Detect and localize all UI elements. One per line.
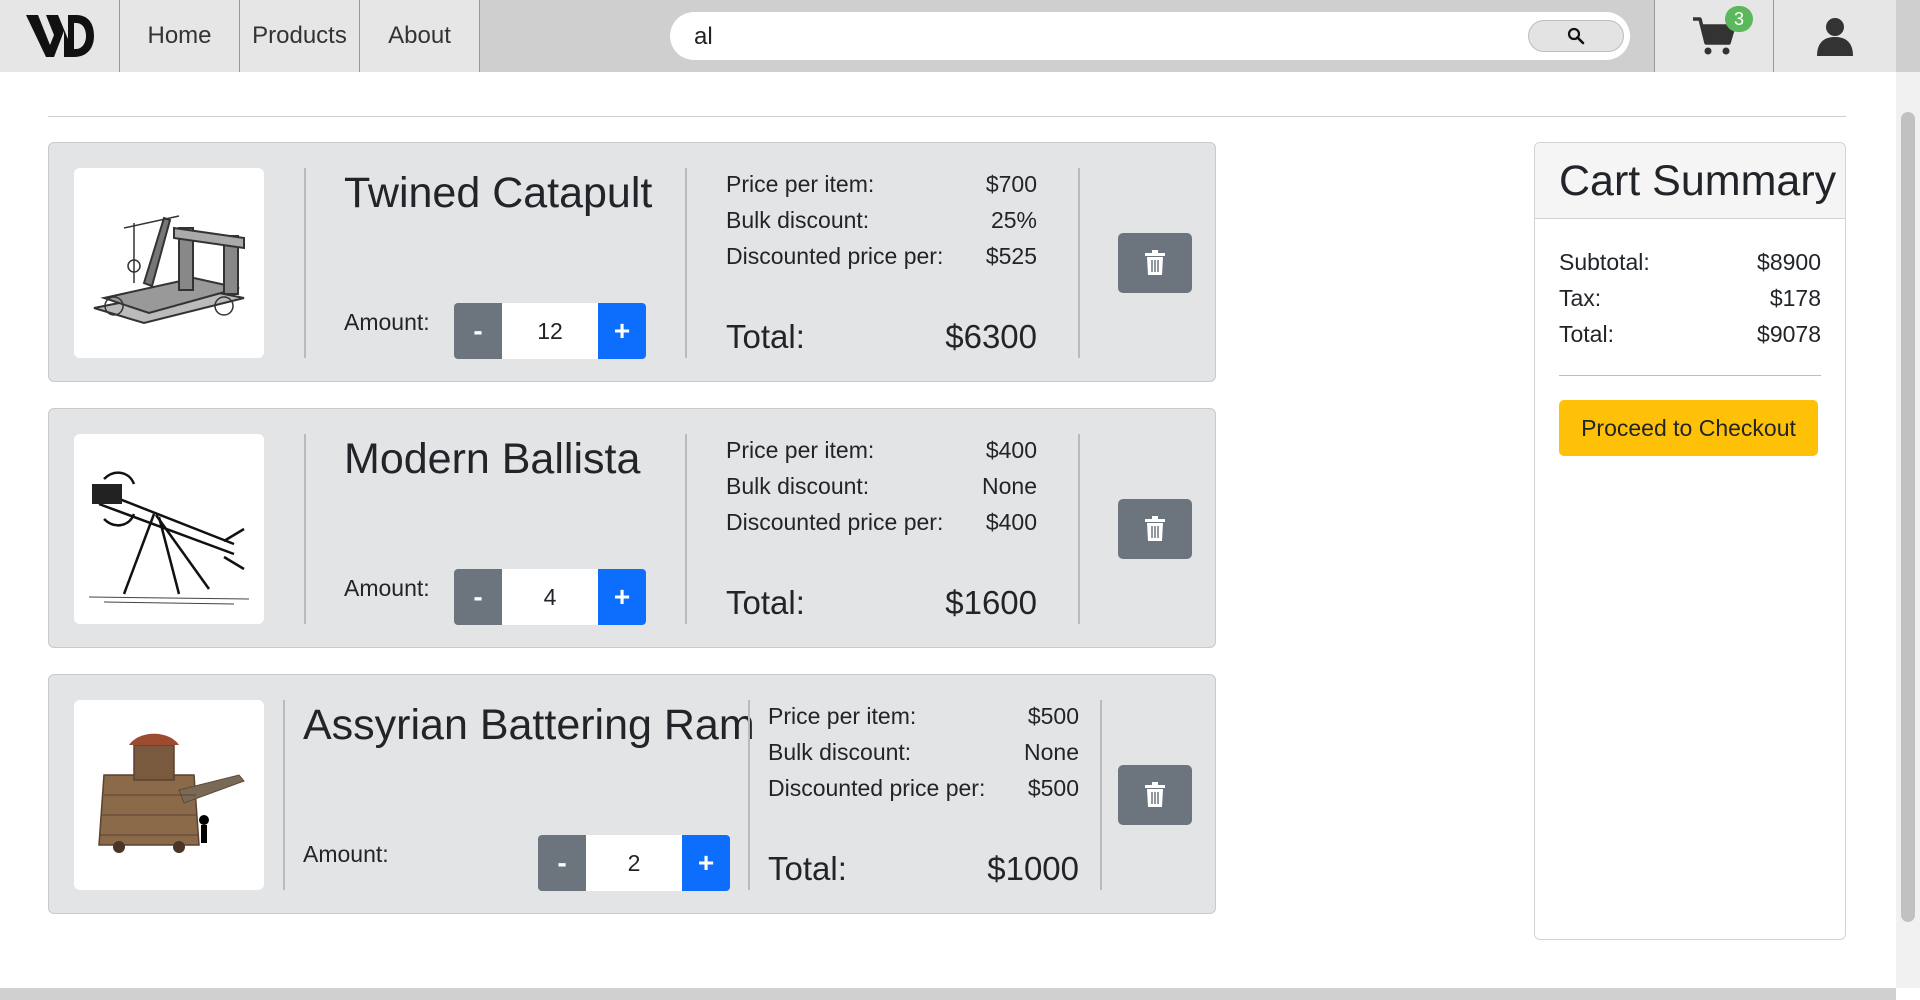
cart-item: Modern Ballista Amount: - + Price per it… — [48, 408, 1216, 648]
total-label: Total: — [1559, 321, 1614, 347]
price-label: Price per item: — [726, 437, 875, 463]
nav-about[interactable]: About — [360, 0, 480, 72]
item-name: Assyrian Battering Ram — [303, 701, 755, 749]
item-total: $1000 — [987, 850, 1079, 887]
discount-value: None — [1024, 739, 1079, 765]
tax-value: $178 — [1769, 285, 1821, 311]
search-button[interactable] — [1528, 20, 1624, 52]
item-name: Twined Catapult — [344, 169, 653, 217]
divider — [685, 434, 687, 624]
tax-label: Tax: — [1559, 285, 1602, 311]
price-value: $400 — [985, 437, 1037, 463]
decrease-button[interactable]: - — [454, 569, 502, 625]
discounted-label: Discounted price per: — [726, 243, 944, 269]
amount-label: Amount: — [344, 575, 430, 601]
cart-count-badge: 3 — [1725, 6, 1753, 32]
amount-label: Amount: — [344, 309, 430, 335]
price-label: Price per item: — [768, 703, 917, 729]
quantity-stepper: - + — [538, 835, 730, 891]
divider — [1078, 434, 1080, 624]
product-image-battering-ram — [74, 700, 264, 890]
summary-header: Cart Summary — [1535, 143, 1845, 219]
quantity-stepper: - + — [454, 569, 646, 625]
nav-home[interactable]: Home — [120, 0, 240, 72]
divider — [1559, 375, 1821, 376]
item-total: $1600 — [945, 584, 1037, 621]
delete-button[interactable] — [1118, 233, 1192, 293]
divider — [685, 168, 687, 358]
scrollbar-thumb[interactable] — [1901, 112, 1915, 922]
discount-label: Bulk discount: — [768, 739, 912, 765]
search-box — [670, 12, 1630, 62]
navbar: Home Products About 3 — [0, 0, 1920, 72]
decrease-button[interactable]: - — [538, 835, 586, 891]
discounted-label: Discounted price per: — [768, 775, 986, 801]
product-image-ballista — [74, 434, 264, 624]
discount-label: Bulk discount: — [726, 207, 870, 233]
subtotal-label: Subtotal: — [1559, 249, 1650, 275]
divider — [48, 116, 1846, 117]
summary-title: Cart Summary — [1559, 157, 1837, 205]
total-label: Total: — [768, 850, 847, 887]
subtotal-value: $8900 — [1757, 249, 1821, 275]
trash-icon — [1145, 250, 1165, 275]
cart-button[interactable]: 3 — [1654, 0, 1774, 72]
product-image-catapult — [74, 168, 264, 358]
price-value: $500 — [1027, 703, 1079, 729]
divider — [748, 700, 750, 890]
discounted-value: $400 — [985, 509, 1037, 535]
total-label: Total: — [726, 318, 805, 355]
discount-value: 25% — [990, 207, 1037, 233]
divider — [304, 434, 306, 624]
footer — [0, 988, 1896, 1000]
logo[interactable] — [0, 0, 120, 72]
delete-button[interactable] — [1118, 765, 1192, 825]
logo-mark — [25, 15, 94, 57]
trash-icon — [1145, 782, 1165, 807]
trash-icon — [1145, 516, 1165, 541]
search-icon — [1567, 27, 1585, 45]
discounted-label: Discounted price per: — [726, 509, 944, 535]
search-input[interactable] — [692, 12, 1496, 62]
cart-item: Twined Catapult Amount: - + Price per it… — [48, 142, 1216, 382]
grand-total: $9078 — [1757, 321, 1821, 347]
nav-products[interactable]: Products — [240, 0, 360, 72]
price-label: Price per item: — [726, 171, 875, 197]
quantity-input[interactable] — [502, 303, 598, 359]
divider — [304, 168, 306, 358]
divider — [283, 700, 285, 890]
user-button[interactable] — [1774, 0, 1896, 72]
divider — [1078, 168, 1080, 358]
increase-button[interactable]: + — [598, 569, 646, 625]
total-label: Total: — [726, 584, 805, 621]
price-value: $700 — [985, 171, 1037, 197]
increase-button[interactable]: + — [598, 303, 646, 359]
decrease-button[interactable]: - — [454, 303, 502, 359]
item-total: $6300 — [945, 318, 1037, 355]
discount-value: None — [982, 473, 1037, 499]
cart-summary: Cart Summary Subtotal: $8900 Tax: $178 T… — [1534, 142, 1846, 940]
divider — [1100, 700, 1102, 890]
scrollbar[interactable] — [1896, 72, 1920, 988]
quantity-stepper: - + — [454, 303, 646, 359]
discounted-value: $525 — [985, 243, 1037, 269]
user-icon — [1817, 18, 1853, 56]
amount-label: Amount: — [303, 841, 389, 867]
quantity-input[interactable] — [502, 569, 598, 625]
discounted-value: $500 — [1027, 775, 1079, 801]
discount-label: Bulk discount: — [726, 473, 870, 499]
cart-item: Assyrian Battering Ram Amount: - + Price… — [48, 674, 1216, 914]
item-name: Modern Ballista — [344, 435, 641, 483]
checkout-button[interactable]: Proceed to Checkout — [1559, 400, 1818, 456]
increase-button[interactable]: + — [682, 835, 730, 891]
quantity-input[interactable] — [586, 835, 682, 891]
delete-button[interactable] — [1118, 499, 1192, 559]
